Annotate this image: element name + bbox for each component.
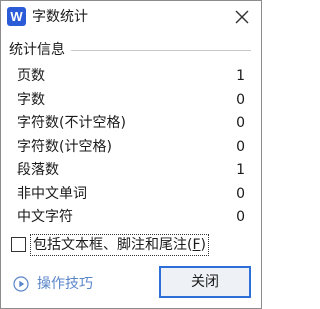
stat-label: 段落数 [17, 162, 59, 178]
play-circle-icon [13, 276, 29, 292]
tips-label[interactable]: 操作技巧 [37, 274, 93, 294]
wps-writer-icon: W [7, 7, 26, 26]
include-label-main: 包括文本框、脚注和尾注( [33, 237, 193, 253]
stat-value: 0 [236, 91, 245, 108]
include-checkbox[interactable] [11, 237, 26, 252]
stat-label: 中文字符 [17, 209, 73, 225]
stat-row-non-chinese-words: 非中文单词 0 [17, 184, 247, 208]
statistics-group-label: 统计信息 [9, 41, 69, 59]
include-textbox-footnotes-option[interactable]: 包括文本框、脚注和尾注(F) [9, 234, 255, 256]
title-bar: W 字数统计 [1, 1, 261, 33]
stat-row-chinese-chars: 中文字符 0 [17, 207, 247, 231]
stat-label: 页数 [17, 68, 45, 84]
group-divider [71, 50, 251, 51]
stat-value: 0 [236, 138, 245, 155]
stat-label: 字符数(不计空格) [17, 115, 126, 131]
stat-row-paragraphs: 段落数 1 [17, 160, 247, 184]
stat-value: 1 [236, 68, 245, 84]
stat-label: 非中文单词 [17, 185, 87, 202]
include-label-end: ) [200, 237, 206, 253]
close-button[interactable]: 关闭 [159, 266, 251, 298]
stat-value: 0 [236, 115, 245, 131]
stat-label: 字数 [17, 91, 45, 108]
close-icon[interactable] [231, 6, 253, 28]
include-label-mnemonic: F [192, 237, 201, 253]
stat-row-pages: 页数 1 [17, 66, 247, 90]
stat-row-chars-with-spaces: 字符数(计空格) 0 [17, 137, 247, 161]
stat-row-chars-no-spaces: 字符数(不计空格) 0 [17, 113, 247, 137]
statistics-list: 页数 1 字数 0 字符数(不计空格) 0 字符数(计空格) 0 段落数 1 非… [17, 66, 247, 231]
stat-value: 0 [236, 209, 245, 225]
include-checkbox-label[interactable]: 包括文本框、脚注和尾注(F) [30, 234, 209, 256]
stat-value: 0 [236, 185, 245, 202]
dialog-title: 字数统计 [32, 9, 88, 25]
stat-value: 1 [236, 162, 245, 178]
statistics-group-header: 统计信息 [9, 41, 251, 59]
word-count-dialog: W 字数统计 统计信息 页数 1 字数 0 字符数(不计空格) 0 字符数(计空… [0, 0, 262, 309]
stat-label: 字符数(计空格) [17, 138, 112, 155]
stat-row-words: 字数 0 [17, 90, 247, 114]
